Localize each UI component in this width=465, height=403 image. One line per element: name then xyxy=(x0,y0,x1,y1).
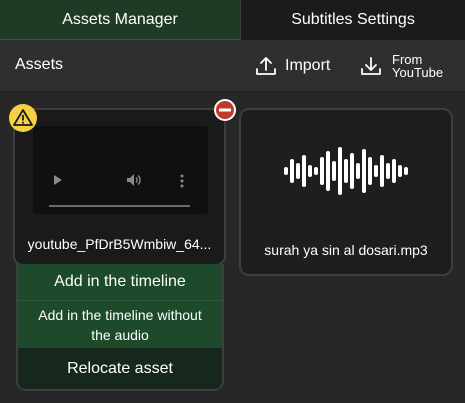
tab-bar: Assets Manager Subtitles Settings xyxy=(0,0,465,40)
video-progress-bar[interactable] xyxy=(49,205,190,207)
remove-asset-icon[interactable] xyxy=(213,98,237,122)
import-button[interactable]: Import xyxy=(255,52,330,80)
download-icon xyxy=(361,57,381,75)
play-icon[interactable] xyxy=(53,174,63,186)
more-options-icon[interactable] xyxy=(180,174,184,188)
assets-title: Assets xyxy=(15,56,64,73)
video-preview[interactable] xyxy=(33,126,208,214)
add-in-timeline-button[interactable]: Add in the timeline xyxy=(18,264,222,300)
asset-name: surah ya sin al dosari.mp3 xyxy=(264,242,428,258)
from-youtube-label: From YouTube xyxy=(392,53,443,79)
tab-subtitles-settings[interactable]: Subtitles Settings xyxy=(240,0,465,40)
add-in-timeline-without-audio-button[interactable]: Add in the timeline without the audio xyxy=(18,300,222,348)
waveform-icon xyxy=(284,147,408,195)
upload-icon xyxy=(256,57,276,75)
tab-assets-manager[interactable]: Assets Manager xyxy=(0,0,240,40)
from-youtube-line2: YouTube xyxy=(392,65,444,80)
assets-toolbar: Assets Import From YouTube xyxy=(0,40,465,92)
asset-card-video[interactable]: youtube_PfDrB5Wmbiw_64... xyxy=(13,108,226,266)
warning-icon xyxy=(9,104,37,132)
asset-context-menu: Add in the timeline Add in the timeline … xyxy=(16,264,224,391)
volume-icon[interactable] xyxy=(126,173,142,187)
import-label: Import xyxy=(285,57,331,74)
asset-name: youtube_PfDrB5Wmbiw_64... xyxy=(27,236,212,252)
from-youtube-button[interactable]: From YouTube xyxy=(360,50,443,82)
asset-card-audio[interactable]: surah ya sin al dosari.mp3 xyxy=(239,108,453,276)
relocate-asset-button[interactable]: Relocate asset xyxy=(18,348,222,389)
